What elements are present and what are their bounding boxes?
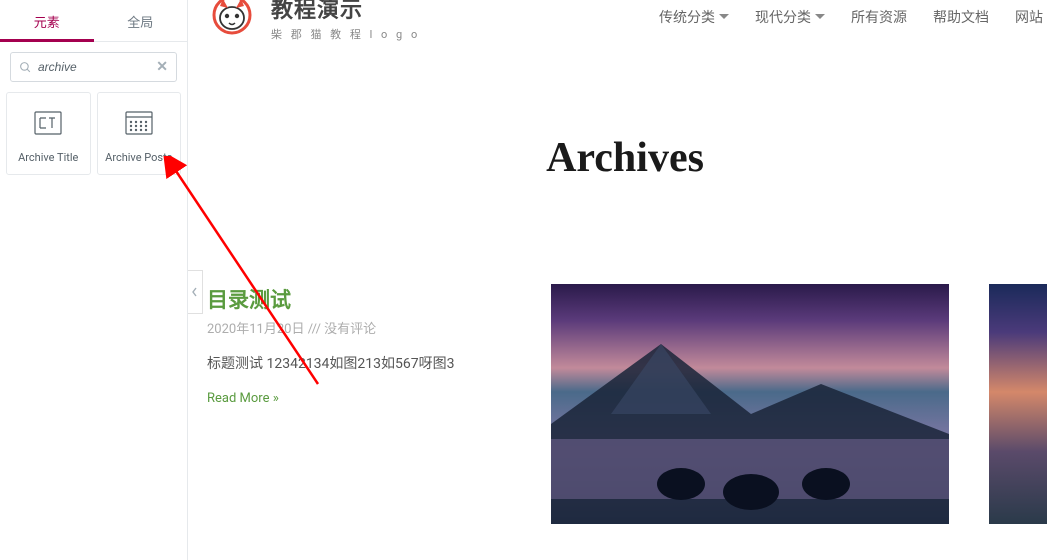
post-featured-image[interactable] <box>989 284 1047 524</box>
post-featured-image[interactable] <box>551 284 949 524</box>
post-comments: 没有评论 <box>324 322 376 337</box>
search-container: ✕ <box>0 42 187 92</box>
archive-title-icon <box>11 107 86 139</box>
nav-item-modern[interactable]: 现代分类 <box>755 7 825 27</box>
site-logo[interactable]: 教程演示 柴 郡 猫 教 程 l o g o <box>203 0 420 42</box>
nav-label: 传统分类 <box>659 7 715 27</box>
site-header: 教程演示 柴 郡 猫 教 程 l o g o 传统分类 现代分类 所有资源 帮助… <box>203 0 1047 42</box>
logo-subtitle: 柴 郡 猫 教 程 l o g o <box>271 26 420 42</box>
nav-item-docs[interactable]: 帮助文档 <box>933 7 989 27</box>
widget-label: Archive Title <box>11 151 86 164</box>
search-input[interactable] <box>38 60 156 74</box>
nav-label: 网站 <box>1015 7 1043 27</box>
editor-left-panel: 元素 全局 ✕ Archive Title <box>0 0 188 560</box>
post-title[interactable]: 目录测试 <box>207 284 511 314</box>
post-meta: 2020年11月20日 /// 没有评论 <box>207 318 511 337</box>
main-nav: 传统分类 现代分类 所有资源 帮助文档 网站 <box>659 7 1047 27</box>
widget-archive-title[interactable]: Archive Title <box>6 92 91 175</box>
widget-label: Archive Posts <box>102 151 177 164</box>
archive-posts-list: 目录测试 2020年11月20日 /// 没有评论 标题测试 12342134如… <box>203 284 1047 524</box>
nav-item-resources[interactable]: 所有资源 <box>851 7 907 27</box>
nav-label: 所有资源 <box>851 7 907 27</box>
panel-tabs: 元素 全局 <box>0 0 187 42</box>
widget-archive-posts[interactable]: Archive Posts <box>97 92 182 175</box>
page-title: Archives <box>203 134 1047 182</box>
chevron-down-icon <box>719 14 729 20</box>
preview-canvas: 教程演示 柴 郡 猫 教 程 l o g o 传统分类 现代分类 所有资源 帮助… <box>203 0 1047 560</box>
search-icon <box>19 61 32 74</box>
logo-icon <box>203 0 261 38</box>
archive-posts-icon <box>102 107 177 139</box>
panel-collapse-handle[interactable] <box>188 270 203 314</box>
chevron-left-icon <box>192 287 198 297</box>
meta-separator: /// <box>308 322 324 337</box>
nav-item-site[interactable]: 网站 <box>1015 7 1043 27</box>
nav-label: 帮助文档 <box>933 7 989 27</box>
tab-global[interactable]: 全局 <box>94 0 188 41</box>
post-date: 2020年11月20日 <box>207 322 304 337</box>
search-box: ✕ <box>10 52 177 82</box>
tab-elements[interactable]: 元素 <box>0 0 94 41</box>
chevron-down-icon <box>815 14 825 20</box>
logo-title: 教程演示 <box>271 0 420 24</box>
clear-icon[interactable]: ✕ <box>156 59 168 75</box>
post-excerpt: 标题测试 12342134如图213如567呀图3 <box>207 353 511 373</box>
read-more-link[interactable]: Read More » <box>207 391 511 406</box>
post-card[interactable]: 目录测试 2020年11月20日 /// 没有评论 标题测试 12342134如… <box>207 284 511 524</box>
widgets-grid: Archive Title Archive Posts <box>0 92 187 175</box>
nav-item-traditional[interactable]: 传统分类 <box>659 7 729 27</box>
nav-label: 现代分类 <box>755 7 811 27</box>
